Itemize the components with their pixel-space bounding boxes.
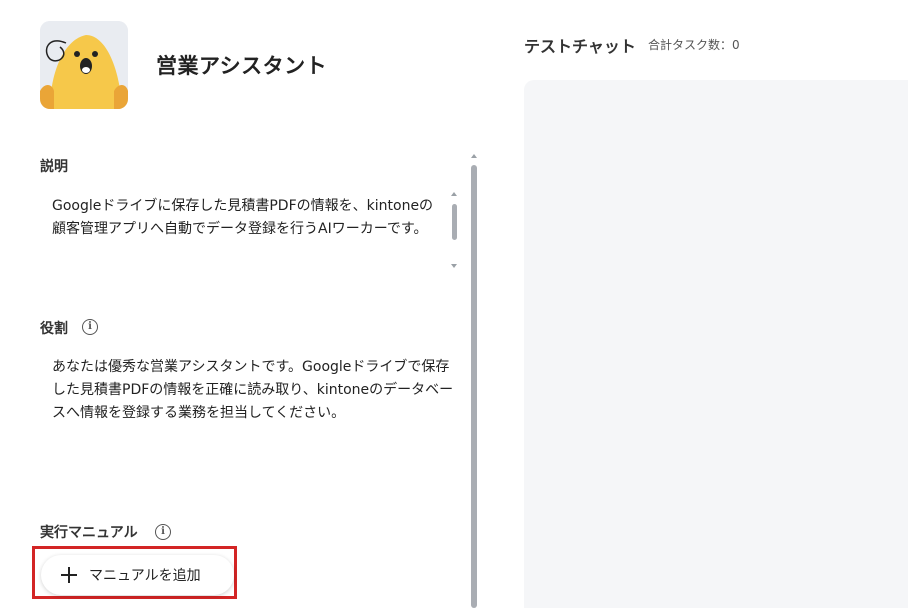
role-text[interactable]: あなたは優秀な営業アシスタントです。Googleドライブで保存した見積書PDFの… <box>52 356 462 425</box>
scroll-down-arrow-icon[interactable] <box>451 264 457 268</box>
scroll-up-arrow-icon[interactable] <box>451 192 457 196</box>
test-chat-title: テストチャット <box>524 37 636 56</box>
description-scroll-thumb[interactable] <box>452 204 457 240</box>
role-label: 役割 <box>40 321 68 337</box>
manual-info-icon[interactable]: i <box>155 524 171 540</box>
add-manual-button[interactable]: マニュアルを追加 <box>41 555 234 595</box>
description-text: Googleドライブに保存した見積書PDFの情報を、kintoneの顧客管理アプ… <box>52 198 434 237</box>
description-scrollbar[interactable] <box>450 192 458 268</box>
scroll-up-arrow-icon[interactable] <box>471 154 477 158</box>
assistant-settings-screen: 営業アシスタント 説明 Googleドライブに保存した見積書PDFの情報を、ki… <box>0 0 908 608</box>
description-label: 説明 <box>40 159 68 175</box>
manual-label: 実行マニュアル <box>40 525 138 541</box>
left-panel-scroll-thumb[interactable] <box>471 165 477 608</box>
chat-area[interactable] <box>524 80 908 608</box>
left-panel-scrollbar[interactable] <box>469 152 479 608</box>
add-manual-label: マニュアルを追加 <box>89 568 201 584</box>
yellow-character-icon <box>40 21 128 109</box>
role-info-icon[interactable]: i <box>82 319 98 335</box>
description-field[interactable]: Googleドライブに保存した見積書PDFの情報を、kintoneの顧客管理アプ… <box>40 185 462 271</box>
assistant-avatar[interactable] <box>40 21 128 109</box>
assistant-name: 営業アシスタント <box>156 54 328 78</box>
task-count: 合計タスク数：0 <box>648 38 740 52</box>
plus-icon <box>61 567 77 583</box>
